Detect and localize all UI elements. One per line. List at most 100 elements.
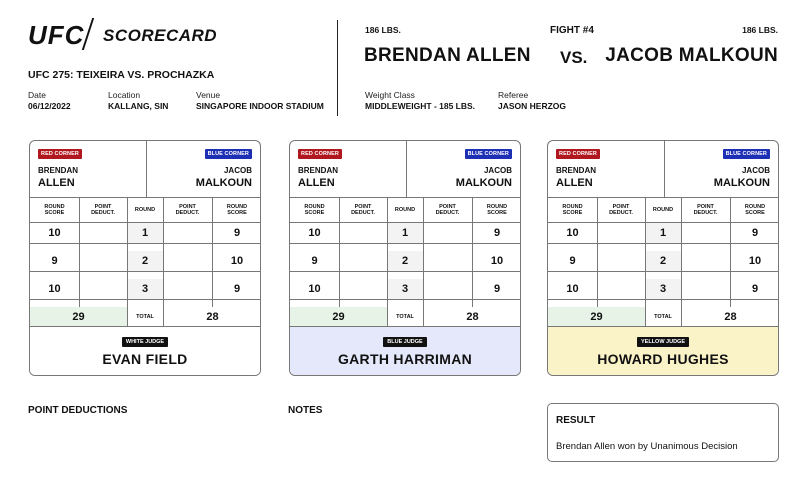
round-number-cell: 3 [127,279,163,299]
red-fighter-name: BRENDAN ALLEN [364,45,531,66]
blue-last-name: MALKOUN [455,177,512,189]
score-row: 9 2 10 [290,251,520,272]
red-point-deduct-header: POINT DEDUCT. [609,204,633,216]
judge-scorecard: RED CORNER BRENDAN ALLEN BLUE CORNER JACOB MA… [29,140,261,376]
red-score-cell: 10 [48,227,61,239]
result-text: Brendan Allen won by Unanimous Decision [556,441,738,452]
round-number-cell: 1 [645,223,681,243]
round-header: ROUND [652,207,674,213]
blue-round-score-header: ROUND SCORE [226,204,248,216]
score-row: 10 1 9 [290,223,520,244]
red-deduction-cell [339,251,387,271]
header-divider [337,20,338,116]
blue-deduction-cell [423,279,472,299]
judge-area: YELLOW JUDGE HOWARD HUGHES [548,327,778,375]
total-label: TOTAL [136,313,154,320]
red-corner-badge: RED CORNER [38,149,82,159]
score-row: 10 3 9 [290,279,520,300]
scorecard-title: SCORECARD [103,26,218,45]
blue-deduction-cell [163,223,212,243]
total-label: TOTAL [396,313,414,320]
judge-scorecard: RED CORNER BRENDAN ALLEN BLUE CORNER JACOB MA… [547,140,779,376]
fight-number: FIGHT #4 [550,25,594,36]
referee-value: JASON HERZOG [498,101,567,111]
red-first-name: BRENDAN [298,166,338,175]
blue-score-cell: 9 [233,283,241,295]
blue-deduction-cell [163,279,212,299]
venue-label: Venue [196,90,221,100]
date-label: Date [28,90,46,100]
red-score-cell: 9 [311,255,318,267]
red-point-deduct-header: POINT DEDUCT. [351,204,375,216]
blue-point-deduct-header: POINT DEDUCT. [175,204,200,216]
red-last-name: ALLEN [38,177,75,189]
red-corner-badge: RED CORNER [298,149,342,159]
blue-score-cell: 10 [230,255,244,267]
score-row: 10 1 9 [30,223,260,244]
score-row: 10 3 9 [30,279,260,300]
red-corner-badge: RED CORNER [556,149,600,159]
blue-score-cell: 10 [748,255,762,267]
judge-badge: YELLOW JUDGE [636,337,689,347]
corner-header: RED CORNER BRENDAN ALLEN BLUE CORNER JACOB MA… [290,141,520,198]
blue-deduction-cell [681,251,730,271]
total-row: 29 TOTAL 28 [30,307,260,327]
blue-corner-badge: BLUE CORNER [204,149,252,159]
blue-corner-badge: BLUE CORNER [464,149,512,159]
vs-label: VS. [560,48,588,67]
judge-name: EVAN FIELD [102,351,188,367]
blue-score-cell: 9 [493,227,501,239]
location-value: KALLANG, SIN [108,101,169,111]
point-deductions-heading: POINT DEDUCTIONS [28,405,128,416]
blue-deduction-cell [423,223,472,243]
corner-header: RED CORNER BRENDAN ALLEN BLUE CORNER JACOB MA… [548,141,778,198]
round-header: ROUND [394,207,416,213]
blue-score-cell: 10 [490,255,504,267]
score-row: 9 2 10 [30,251,260,272]
corner-header: RED CORNER BRENDAN ALLEN BLUE CORNER JACOB MA… [30,141,260,198]
blue-corner-badge: BLUE CORNER [722,149,770,159]
blue-deduction-cell [423,251,472,271]
date-value: 06/12/2022 [28,101,71,111]
red-total: 29 [548,307,645,326]
blue-score-cell: 9 [751,283,759,295]
blue-weight: 186 LBS. [742,25,778,35]
round-number-cell: 3 [387,279,423,299]
round-number-cell: 1 [387,223,423,243]
blue-first-name: JACOB [741,166,770,175]
judge-badge: BLUE JUDGE [383,337,427,347]
judge-name: HOWARD HUGHES [597,351,729,367]
red-round-score-header: ROUND SCORE [562,204,583,216]
blue-first-name: JACOB [223,166,252,175]
weight-class-value: MIDDLEWEIGHT - 185 LBS. [365,101,476,111]
red-deduction-cell [79,279,127,299]
red-score-cell: 10 [566,283,579,295]
score-row: 9 2 10 [548,251,778,272]
event-title: UFC 275: TEIXEIRA VS. PROCHAZKA [28,69,215,81]
blue-total: 28 [206,310,219,323]
blue-last-name: MALKOUN [713,177,770,189]
red-deduction-cell [79,223,127,243]
result-box: RESULT Brendan Allen won by Unanimous De… [547,403,779,462]
red-score-cell: 9 [51,255,58,267]
blue-score-cell: 9 [233,227,241,239]
red-score-cell: 10 [48,283,61,295]
referee-label: Referee [498,90,529,100]
total-label: TOTAL [654,313,672,320]
round-number-cell: 2 [387,251,423,271]
round-number-cell: 1 [127,223,163,243]
red-first-name: BRENDAN [556,166,596,175]
blue-round-score-header: ROUND SCORE [744,204,766,216]
judge-scorecard: RED CORNER BRENDAN ALLEN BLUE CORNER JACOB MA… [289,140,521,376]
round-number-cell: 2 [127,251,163,271]
judge-badge: WHITE JUDGE [121,337,169,347]
blue-deduction-cell [681,223,730,243]
result-heading: RESULT [556,415,596,426]
location-label: Location [108,90,141,100]
red-point-deduct-header: POINT DEDUCT. [91,204,115,216]
blue-deduction-cell [163,251,212,271]
weight-class-label: Weight Class [365,90,415,100]
red-deduction-cell [339,223,387,243]
column-header-row: ROUND SCORE POINT DEDUCT. ROUND POINT DEDUCT. R… [30,198,260,223]
venue-value: SINGAPORE INDOOR STADIUM [196,101,324,111]
